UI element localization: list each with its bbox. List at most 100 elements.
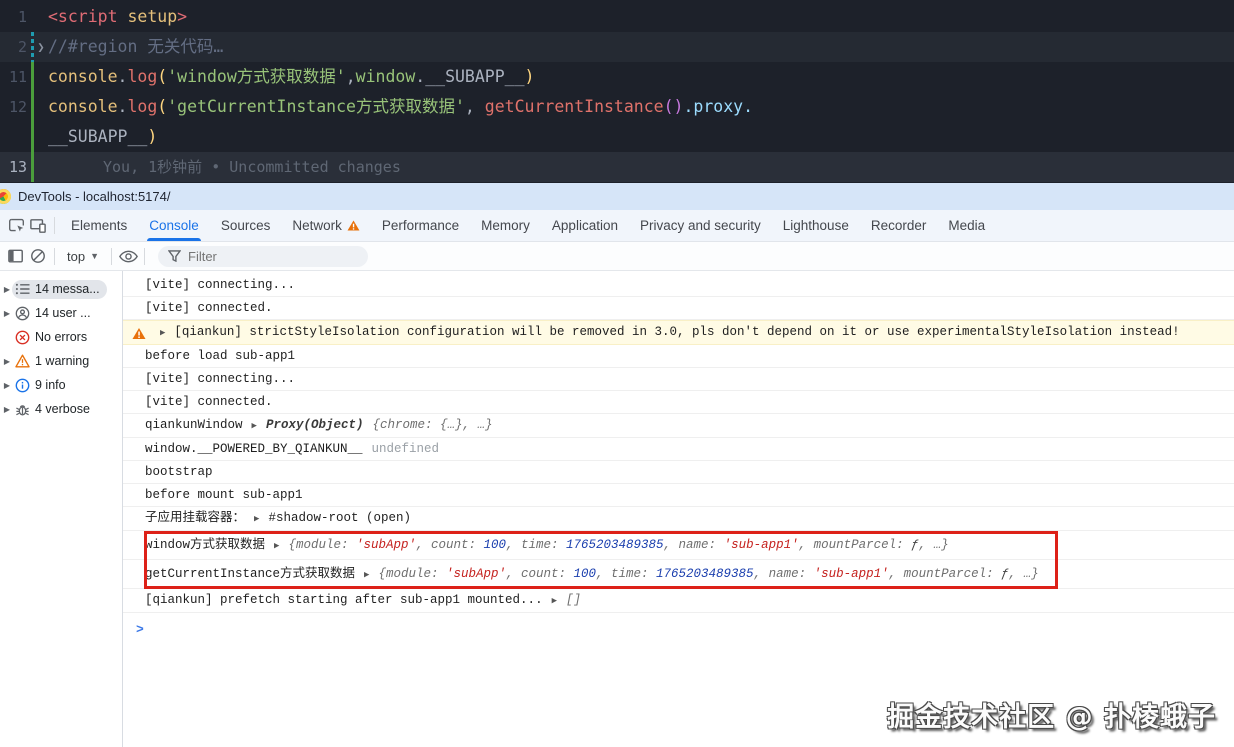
tab-elements[interactable]: Elements	[60, 210, 138, 241]
console-message[interactable]: getCurrentInstance方式获取数据 ▶ {module: 'subAp…	[123, 560, 1234, 589]
message-text: , name:	[753, 567, 814, 581]
filter-input[interactable]	[188, 248, 358, 264]
clear-console-icon[interactable]	[27, 245, 49, 267]
expand-arrow-icon[interactable]: ▶	[364, 570, 369, 580]
console-message: [vite] connecting...	[123, 274, 1234, 297]
message-text: 1765203489385	[656, 567, 754, 581]
gutter-gap	[34, 152, 48, 182]
code-editor[interactable]: 1 <script setup> 2 ❯//#region 无关代码… 11 consol…	[0, 0, 1234, 183]
console-message[interactable]: 子应用挂载容器： ▶ #shadow-root (open)	[123, 507, 1234, 531]
message-text: [vite] connected.	[145, 301, 273, 315]
editor-line[interactable]: 2 ❯//#region 无关代码…	[0, 32, 1234, 62]
message-text: , count:	[505, 567, 574, 581]
console-message[interactable]: window方式获取数据 ▶ {module: 'subApp', count: 1…	[123, 531, 1234, 560]
sidebar-item-verbose[interactable]: ▶ 4 verbose	[0, 397, 122, 421]
tab-label: Application	[551, 218, 618, 233]
filter-funnel-icon	[168, 250, 181, 262]
network-warning-icon	[347, 220, 360, 231]
divider	[54, 247, 55, 265]
inspect-element-icon[interactable]	[5, 215, 27, 237]
panel-tabs: Elements Console Sources Network Performance…	[60, 210, 996, 241]
expand-arrow-icon[interactable]: ▶	[2, 309, 12, 318]
sidebar-item-label: No errors	[35, 330, 88, 344]
sidebar-item-errors[interactable]: No errors	[0, 325, 122, 349]
info-icon	[15, 378, 30, 393]
code-text: <script setup>	[48, 7, 188, 26]
tab-media[interactable]: Media	[937, 210, 996, 241]
message-text: , time:	[506, 538, 567, 552]
message-text: , …}	[918, 538, 949, 552]
console-message: before mount sub-app1	[123, 484, 1234, 507]
device-toolbar-icon[interactable]	[27, 215, 49, 237]
expand-arrow-icon[interactable]: ▶	[254, 514, 259, 524]
tab-label: Recorder	[870, 218, 927, 233]
javascript-context-selector[interactable]: top ▼	[60, 249, 106, 264]
tab-recorder[interactable]: Recorder	[860, 210, 938, 241]
message-text: 1765203489385	[566, 538, 664, 552]
console-warning-message[interactable]: ▶ [qiankun] strictStyleIsolation configur…	[123, 320, 1234, 345]
tab-privacy-and-security[interactable]: Privacy and security	[629, 210, 772, 241]
editor-line[interactable]: 11 console.log('window方式获取数据',window.__SU…	[0, 62, 1234, 92]
tab-performance[interactable]: Performance	[371, 210, 470, 241]
sidebar-item-user-messages[interactable]: ▶ 14 user ...	[0, 301, 122, 325]
console-messages: [vite] connecting... [vite] connected. ▶ [q…	[123, 271, 1234, 747]
tab-network[interactable]: Network	[281, 210, 371, 241]
warning-triangle-icon	[132, 327, 146, 340]
sidebar-item-warnings[interactable]: ▶ 1 warning	[0, 349, 122, 373]
code-text: console.log('getCurrentInstance方式获取数据', …	[48, 97, 754, 116]
expand-arrow-icon[interactable]: ▶	[252, 421, 257, 431]
message-text: 100	[573, 567, 597, 581]
sidebar-item-info[interactable]: ▶ 9 info	[0, 373, 122, 397]
tab-label: Sources	[220, 218, 271, 233]
console-toolbar: top ▼	[0, 242, 1234, 271]
user-icon	[15, 306, 30, 321]
editor-line[interactable]: 13 You, 1秒钟前 • Uncommitted changes	[0, 152, 1234, 182]
expand-arrow-icon[interactable]: ▶	[552, 596, 557, 606]
expand-arrow-icon[interactable]: ▶	[2, 357, 12, 366]
tab-console[interactable]: Console	[138, 210, 210, 241]
code-text: __SUBAPP__)	[48, 127, 158, 146]
git-blame-annotation: You, 1秒钟前 • Uncommitted changes	[103, 158, 401, 176]
devtools-tabbar: Elements Console Sources Network Performance…	[0, 210, 1234, 242]
tab-label: Performance	[381, 218, 460, 233]
line-number: 2	[17, 38, 27, 56]
message-text: undefined	[371, 442, 440, 456]
expand-arrow-icon[interactable]: ▶	[2, 285, 12, 294]
expand-arrow-icon[interactable]: ▶	[2, 381, 12, 390]
code-text: //#region 无关代码…	[48, 37, 224, 56]
highlighted-message-group: window方式获取数据 ▶ {module: 'subApp', count: 1…	[123, 531, 1234, 589]
expand-arrow-icon[interactable]: ▶	[160, 328, 165, 338]
console-panel: ▶ 14 messa... ▶ 14 user ... No errors ▶ 1 warn…	[0, 271, 1234, 747]
tab-application[interactable]: Application	[541, 210, 629, 241]
sidebar-item-all-messages[interactable]: ▶ 14 messa...	[0, 277, 122, 301]
editor-line[interactable]: __SUBAPP__)	[0, 122, 1234, 152]
console-message[interactable]: [qiankun] prefetch starting after sub-ap…	[123, 589, 1234, 613]
editor-line[interactable]: 1 <script setup>	[0, 2, 1234, 32]
message-text: before load sub-app1	[145, 349, 296, 363]
tab-memory[interactable]: Memory	[470, 210, 541, 241]
tab-label: Memory	[481, 218, 530, 233]
tab-sources[interactable]: Sources	[210, 210, 282, 241]
tab-lighthouse[interactable]: Lighthouse	[772, 210, 860, 241]
tab-label: Media	[948, 218, 986, 233]
expand-arrow-icon[interactable]: ▶	[2, 405, 12, 414]
console-message: bootstrap	[123, 461, 1234, 484]
fold-chevron-icon[interactable]: ❯	[34, 32, 48, 62]
tab-label: Lighthouse	[782, 218, 849, 233]
message-text: bootstrap	[145, 465, 213, 479]
console-message[interactable]: qiankunWindow ▶ Proxy(Object) {chrome: {…},…	[123, 414, 1234, 438]
editor-line[interactable]: 12 console.log('getCurrentInstance方式获取数据'…	[0, 92, 1234, 122]
message-text: , name:	[663, 538, 724, 552]
message-text: [qiankun] strictStyleIsolation configura…	[174, 325, 1180, 339]
console-message: window.__POWERED_BY_QIANKUN__ undefined	[123, 438, 1234, 461]
console-prompt[interactable]: >	[123, 613, 1234, 637]
tab-label: Network	[292, 218, 342, 233]
live-expression-eye-icon[interactable]	[117, 245, 139, 267]
console-sidebar-toggle-icon[interactable]	[5, 245, 27, 267]
expand-arrow-icon[interactable]: ▶	[274, 541, 279, 551]
message-text: qiankunWindow	[145, 418, 243, 432]
filter-box[interactable]	[158, 245, 368, 267]
message-text: ƒ	[1001, 567, 1009, 581]
message-text: , mountParcel:	[888, 567, 1002, 581]
message-text: 'subApp'	[445, 567, 506, 581]
